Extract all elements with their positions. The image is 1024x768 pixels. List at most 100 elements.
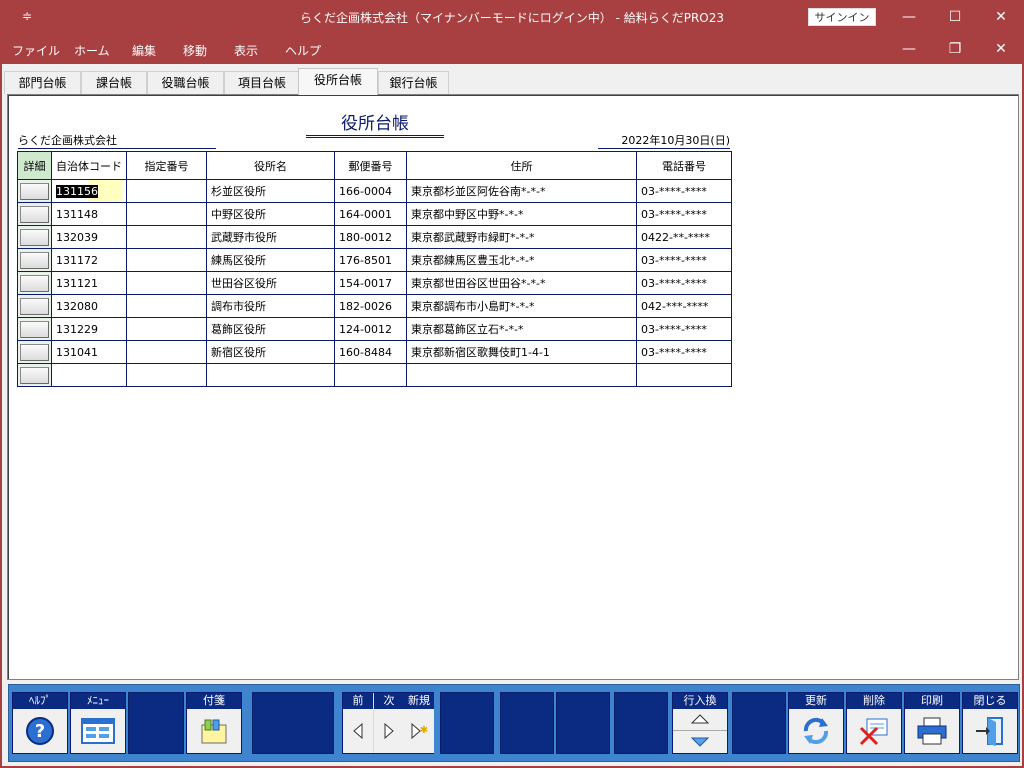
cell-address[interactable] xyxy=(406,363,637,387)
table-row[interactable] xyxy=(17,363,732,387)
cell-address[interactable]: 東京都調布市小島町*-*-* xyxy=(406,294,637,318)
table-row[interactable]: 132039 武蔵野市役所 180-0012 東京都武蔵野市緑町*-*-* 0422-*… xyxy=(17,225,732,249)
cell-phone[interactable]: 03-****-**** xyxy=(636,248,732,272)
cell-office[interactable]: 葛飾区役所 xyxy=(206,317,335,341)
cell-office[interactable]: 調布市役所 xyxy=(206,294,335,318)
cell-phone[interactable]: 0422-**-**** xyxy=(636,225,732,249)
cell-address[interactable]: 東京都中野区中野*-*-* xyxy=(406,202,637,226)
detail-button[interactable] xyxy=(20,274,49,292)
table-row[interactable]: 132080 調布市役所 182-0026 東京都調布市小島町*-*-* 042-***… xyxy=(17,294,732,318)
maximize-button[interactable]: ☐ xyxy=(932,0,978,34)
cell-code[interactable]: 131121 xyxy=(51,271,127,295)
mdi-close-button[interactable]: ✕ xyxy=(978,34,1024,64)
menu-view[interactable]: 表示 xyxy=(234,42,258,59)
cell-office[interactable]: 練馬区役所 xyxy=(206,248,335,272)
cell-phone[interactable]: 03-****-**** xyxy=(636,317,732,341)
cell-code[interactable]: 131041 xyxy=(51,340,127,364)
menu-edit[interactable]: 編集 xyxy=(132,42,156,59)
cell-address[interactable]: 東京都世田谷区世田谷*-*-* xyxy=(406,271,637,295)
cell-code[interactable]: 131172 xyxy=(51,248,127,272)
menu-button[interactable]: ﾒﾆｭｰ xyxy=(70,692,126,754)
cell-zip[interactable]: 160-8484 xyxy=(334,340,407,364)
cell-office[interactable]: 杉並区役所 xyxy=(206,179,335,203)
cell-phone[interactable]: 03-****-**** xyxy=(636,340,732,364)
cell-office[interactable]: 中野区役所 xyxy=(206,202,335,226)
row-swap-control[interactable]: 行入換 xyxy=(672,692,728,754)
help-button[interactable]: ﾍﾙﾌﾟ ? xyxy=(12,692,68,754)
update-button[interactable]: 更新 xyxy=(788,692,844,754)
cell-office[interactable]: 新宿区役所 xyxy=(206,340,335,364)
detail-button[interactable] xyxy=(20,251,49,269)
detail-button[interactable] xyxy=(20,297,49,315)
detail-button[interactable] xyxy=(20,228,49,246)
row-up-button[interactable] xyxy=(673,709,727,731)
print-button[interactable]: 印刷 xyxy=(904,692,960,754)
cell-code[interactable]: 132039 xyxy=(51,225,127,249)
table-row[interactable]: 131229 葛飾区役所 124-0012 東京都葛飾区立石*-*-* 03-****-… xyxy=(17,317,732,341)
cell-code[interactable] xyxy=(51,363,127,387)
next-button[interactable]: 次 xyxy=(374,693,404,755)
minimize-button[interactable]: — xyxy=(886,0,932,34)
prev-button[interactable]: 前 xyxy=(343,693,373,755)
table-row[interactable]: 131156 杉並区役所 166-0004 東京都杉並区阿佐谷南*-*-* 03-***… xyxy=(17,179,732,203)
cell-designation[interactable] xyxy=(126,340,207,364)
row-down-button[interactable] xyxy=(673,732,727,753)
signin-button[interactable]: サインイン xyxy=(808,8,876,26)
cell-address[interactable]: 東京都新宿区歌舞伎町1-4-1 xyxy=(406,340,637,364)
tab-bank[interactable]: 銀行台帳 xyxy=(378,71,449,94)
cell-code[interactable]: 131229 xyxy=(51,317,127,341)
sticky-note-button[interactable]: 付箋 xyxy=(186,692,242,754)
table-row[interactable]: 131172 練馬区役所 176-8501 東京都練馬区豊玉北*-*-* 03-****… xyxy=(17,248,732,272)
cell-designation[interactable] xyxy=(126,225,207,249)
tab-section[interactable]: 課台帳 xyxy=(81,71,147,94)
cell-address[interactable]: 東京都葛飾区立石*-*-* xyxy=(406,317,637,341)
cell-zip[interactable]: 124-0012 xyxy=(334,317,407,341)
cell-phone[interactable]: 03-****-**** xyxy=(636,179,732,203)
cell-code[interactable]: 131148 xyxy=(51,202,127,226)
cell-address[interactable]: 東京都武蔵野市緑町*-*-* xyxy=(406,225,637,249)
cell-phone[interactable]: 03-****-**** xyxy=(636,271,732,295)
delete-button[interactable]: 削除 xyxy=(846,692,902,754)
cell-office[interactable]: 世田谷区役所 xyxy=(206,271,335,295)
cell-zip[interactable]: 154-0017 xyxy=(334,271,407,295)
cell-office[interactable]: 武蔵野市役所 xyxy=(206,225,335,249)
cell-phone[interactable]: 03-****-**** xyxy=(636,202,732,226)
cell-designation[interactable] xyxy=(126,317,207,341)
tab-office[interactable]: 役所台帳 xyxy=(298,68,378,95)
close-window-button[interactable]: ✕ xyxy=(978,0,1024,34)
detail-button[interactable] xyxy=(20,182,49,200)
cell-phone[interactable] xyxy=(636,363,732,387)
cell-zip[interactable] xyxy=(334,363,407,387)
table-row[interactable]: 131121 世田谷区役所 154-0017 東京都世田谷区世田谷*-*-* 03-**… xyxy=(17,271,732,295)
mdi-minimize-button[interactable]: — xyxy=(886,34,932,64)
menu-help[interactable]: ヘルプ xyxy=(285,42,321,59)
cell-office[interactable] xyxy=(206,363,335,387)
menu-move[interactable]: 移動 xyxy=(183,42,207,59)
cell-designation[interactable] xyxy=(126,294,207,318)
cell-address[interactable]: 東京都杉並区阿佐谷南*-*-* xyxy=(406,179,637,203)
detail-button[interactable] xyxy=(20,205,49,223)
cell-designation[interactable] xyxy=(126,363,207,387)
cell-address[interactable]: 東京都練馬区豊玉北*-*-* xyxy=(406,248,637,272)
cell-designation[interactable] xyxy=(126,202,207,226)
cell-designation[interactable] xyxy=(126,271,207,295)
cell-zip[interactable]: 180-0012 xyxy=(334,225,407,249)
cell-zip[interactable]: 166-0004 xyxy=(334,179,407,203)
detail-button[interactable] xyxy=(20,320,49,338)
cell-zip[interactable]: 176-8501 xyxy=(334,248,407,272)
tab-department[interactable]: 部門台帳 xyxy=(4,71,81,94)
table-row[interactable]: 131041 新宿区役所 160-8484 東京都新宿区歌舞伎町1-4-1 03-***… xyxy=(17,340,732,364)
cell-zip[interactable]: 164-0001 xyxy=(334,202,407,226)
tab-item[interactable]: 項目台帳 xyxy=(224,71,300,94)
menu-file[interactable]: ファイル xyxy=(12,42,60,59)
cell-designation[interactable] xyxy=(126,248,207,272)
table-row[interactable]: 131148 中野区役所 164-0001 東京都中野区中野*-*-* 03-****-… xyxy=(17,202,732,226)
cell-code[interactable]: 131156 xyxy=(51,179,127,203)
detail-button[interactable] xyxy=(20,366,49,384)
mdi-restore-button[interactable]: ❐ xyxy=(932,34,978,64)
cell-code[interactable]: 132080 xyxy=(51,294,127,318)
cell-zip[interactable]: 182-0026 xyxy=(334,294,407,318)
menu-home[interactable]: ホーム xyxy=(74,42,110,59)
cell-phone[interactable]: 042-***-**** xyxy=(636,294,732,318)
new-record-button[interactable]: 新規 ✱ xyxy=(404,693,434,755)
